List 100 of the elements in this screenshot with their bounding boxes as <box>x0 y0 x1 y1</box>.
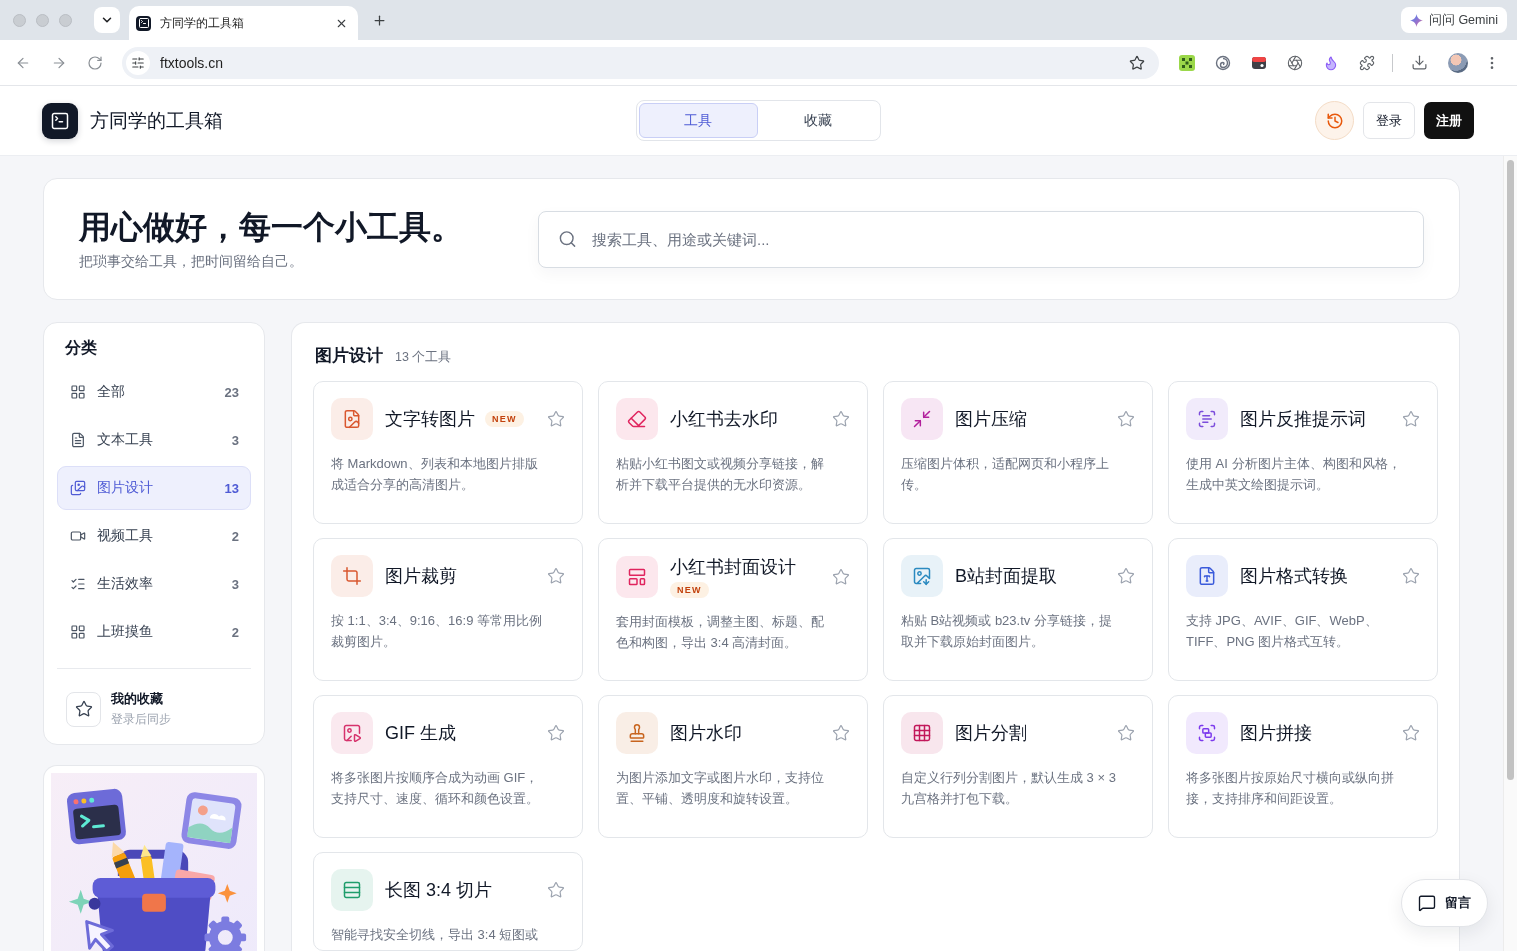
tool-description: 套用封面模板，调整主图、标题、配色和构图，导出 3:4 高清封面。 <box>616 613 825 652</box>
star-icon[interactable] <box>1402 724 1420 742</box>
assistant-button[interactable]: 问问 Gemini <box>1400 7 1507 33</box>
star-icon[interactable] <box>832 410 850 428</box>
category-item[interactable]: 视频工具 2 <box>57 514 251 558</box>
section-title: 图片设计 <box>315 345 383 367</box>
puzzle-icon[interactable] <box>1359 54 1375 71</box>
tool-description: 支持 JPG、AVIF、GIF、WebP、TIFF、PNG 图片格式互转。 <box>1186 612 1379 651</box>
history-button[interactable] <box>1315 101 1354 140</box>
star-icon[interactable] <box>547 567 565 585</box>
tool-card[interactable]: 文字转图片 NEW 将 Markdown、列表和本地图片排版成适合分享的高清图片。 <box>313 381 583 524</box>
video-camera-icon <box>70 528 86 544</box>
download-icon[interactable] <box>1411 54 1428 71</box>
search-icon <box>558 229 577 249</box>
address-bar[interactable]: ftxtools.cn <box>122 46 1159 79</box>
nav-tab[interactable]: 收藏 <box>758 103 878 138</box>
checker-tile-icon[interactable] <box>1179 54 1195 71</box>
avatar-icon[interactable] <box>1448 52 1468 73</box>
brand-name[interactable]: 方同学的工具箱 <box>90 107 223 134</box>
star-icon[interactable] <box>1402 410 1420 428</box>
tile-icon[interactable] <box>1251 54 1267 71</box>
tool-title: 图片分割 <box>955 722 1027 745</box>
browser-tab[interactable]: 方同学的工具箱 <box>129 6 358 40</box>
star-icon[interactable] <box>832 567 850 586</box>
tool-description: 智能寻找安全切线，导出 3:4 短图或 <box>331 926 540 944</box>
tool-title: 文字转图片 <box>385 408 475 431</box>
history-icon <box>1325 111 1344 130</box>
tool-card[interactable]: 图片压缩 压缩图片体积，适配网页和小程序上传。 <box>883 381 1153 524</box>
star-icon[interactable] <box>832 724 850 742</box>
category-item[interactable]: 文本工具 3 <box>57 418 251 462</box>
star-icon[interactable] <box>1117 410 1135 428</box>
scrollbar-thumb[interactable] <box>1507 160 1514 780</box>
images-icon <box>70 480 86 496</box>
flame-icon[interactable] <box>1323 54 1339 71</box>
url-text: ftxtools.cn <box>160 54 225 71</box>
category-item[interactable]: 生活效率 3 <box>57 562 251 606</box>
search-field[interactable]: 搜索工具、用途或关键词... <box>538 210 1424 268</box>
tool-description: 使用 AI 分析图片主体、构图和风格，生成中英文绘图提示词。 <box>1186 455 1402 494</box>
register-button[interactable]: 注册 <box>1424 102 1474 139</box>
tool-title: GIF 生成 <box>385 722 456 745</box>
tool-description: 粘贴 B站视频或 b23.tv 分享链接，提取并下载原始封面图片。 <box>901 612 1113 651</box>
tool-description: 粘贴小红书图文或视频分享链接，解析并下载平台提供的无水印资源。 <box>616 455 825 494</box>
tab-list-button[interactable] <box>94 7 120 33</box>
hero-title: 用心做好，每一个小工具。 <box>79 207 464 246</box>
category-count: 3 <box>231 432 239 448</box>
category-count: 23 <box>224 384 239 400</box>
terminal-icon <box>136 15 151 31</box>
tool-card[interactable]: B站封面提取 粘贴 B站视频或 b23.tv 分享链接，提取并下载原始封面图片。 <box>883 538 1153 681</box>
zoom-window-button[interactable] <box>59 13 72 27</box>
tool-card[interactable]: 小红书去水印 粘贴小红书图文或视频分享链接，解析并下载平台提供的无水印资源。 <box>598 381 868 524</box>
close-window-button[interactable] <box>13 13 26 27</box>
category-item[interactable]: 图片设计 13 <box>57 466 251 510</box>
aperture-icon[interactable] <box>1287 54 1303 71</box>
star-icon[interactable] <box>1117 724 1135 742</box>
category-item[interactable]: 上班摸鱼 2 <box>57 610 251 654</box>
tool-card[interactable]: 图片水印 为图片添加文字或图片水印，支持位置、平铺、透明度和旋转设置。 <box>598 695 868 838</box>
tool-card[interactable]: 图片分割 自定义行列分割图片，默认生成 3 × 3 九宫格并打包下载。 <box>883 695 1153 838</box>
tool-description: 按 1:1、3:4、9:16、16:9 等常用比例裁剪图片。 <box>331 612 543 651</box>
tool-card[interactable]: 图片裁剪 按 1:1、3:4、9:16、16:9 等常用比例裁剪图片。 <box>313 538 583 681</box>
feedback-button[interactable]: 留言 <box>1401 879 1488 927</box>
category-count: 2 <box>231 528 239 544</box>
new-tab-icon[interactable] <box>372 12 387 28</box>
favorites-title[interactable]: 我的收藏 <box>111 690 171 708</box>
tool-title: 长图 3:4 切片 <box>385 879 493 902</box>
tool-description: 为图片添加文字或图片水印，支持位置、平铺、透明度和旋转设置。 <box>616 769 825 808</box>
star-icon[interactable] <box>547 410 565 428</box>
grid-icon <box>70 624 86 640</box>
category-count: 3 <box>231 576 239 592</box>
swirl-icon[interactable] <box>1215 54 1231 71</box>
tool-card[interactable]: 长图 3:4 切片 智能寻找安全切线，导出 3:4 短图或 <box>313 852 583 951</box>
category-item[interactable]: 全部 23 <box>57 370 251 414</box>
terminal-icon[interactable] <box>42 102 78 139</box>
tool-card[interactable]: 图片反推提示词 使用 AI 分析图片主体、构图和风格，生成中英文绘图提示词。 <box>1168 381 1438 524</box>
tool-card[interactable]: 图片格式转换 支持 JPG、AVIF、GIF、WebP、TIFF、PNG 图片格式互转。 <box>1168 538 1438 681</box>
new-tag: NEW <box>670 582 709 598</box>
sparkle-icon <box>1409 13 1423 27</box>
tool-card[interactable]: 图片拼接 将多张图片按原始尺寸横向或纵向拼接，支持排序和间距设置。 <box>1168 695 1438 838</box>
tool-card[interactable]: 小红书封面设计 NEW 套用封面模板，调整主图、标题、配色和构图，导出 3:4 高清封面。 <box>598 538 868 681</box>
login-button[interactable]: 登录 <box>1363 102 1415 139</box>
hero-subtitle: 把琐事交给工具，把时间留给自己。 <box>79 251 304 271</box>
star-icon[interactable] <box>547 724 565 742</box>
tool-title: 图片裁剪 <box>385 565 457 588</box>
star-icon[interactable] <box>1129 54 1145 71</box>
star-icon[interactable] <box>1402 567 1420 585</box>
star-icon[interactable] <box>1117 567 1135 585</box>
tool-description: 将多张图片按顺序合成为动画 GIF，支持尺寸、速度、循环和颜色设置。 <box>331 769 540 808</box>
tool-title: B站封面提取 <box>955 565 1057 588</box>
category-count: 2 <box>231 624 239 640</box>
chat-icon <box>1418 894 1436 912</box>
category-heading: 分类 <box>65 338 98 358</box>
tool-description: 自定义行列分割图片，默认生成 3 × 3 九宫格并打包下载。 <box>901 769 1117 808</box>
nav-tab[interactable]: 工具 <box>638 103 758 138</box>
tool-card[interactable]: GIF 生成 将多张图片按顺序合成为动画 GIF，支持尺寸、速度、循环和颜色设置。 <box>313 695 583 838</box>
site-settings-icon[interactable] <box>126 50 150 75</box>
tool-title: 图片拼接 <box>1240 722 1312 745</box>
minimize-window-button[interactable] <box>36 13 49 27</box>
star-icon[interactable] <box>547 881 565 899</box>
tool-description: 将多张图片按原始尺寸横向或纵向拼接，支持排序和间距设置。 <box>1186 769 1395 808</box>
tab-title: 方同学的工具箱 <box>160 14 245 32</box>
reload-icon[interactable] <box>87 54 103 71</box>
